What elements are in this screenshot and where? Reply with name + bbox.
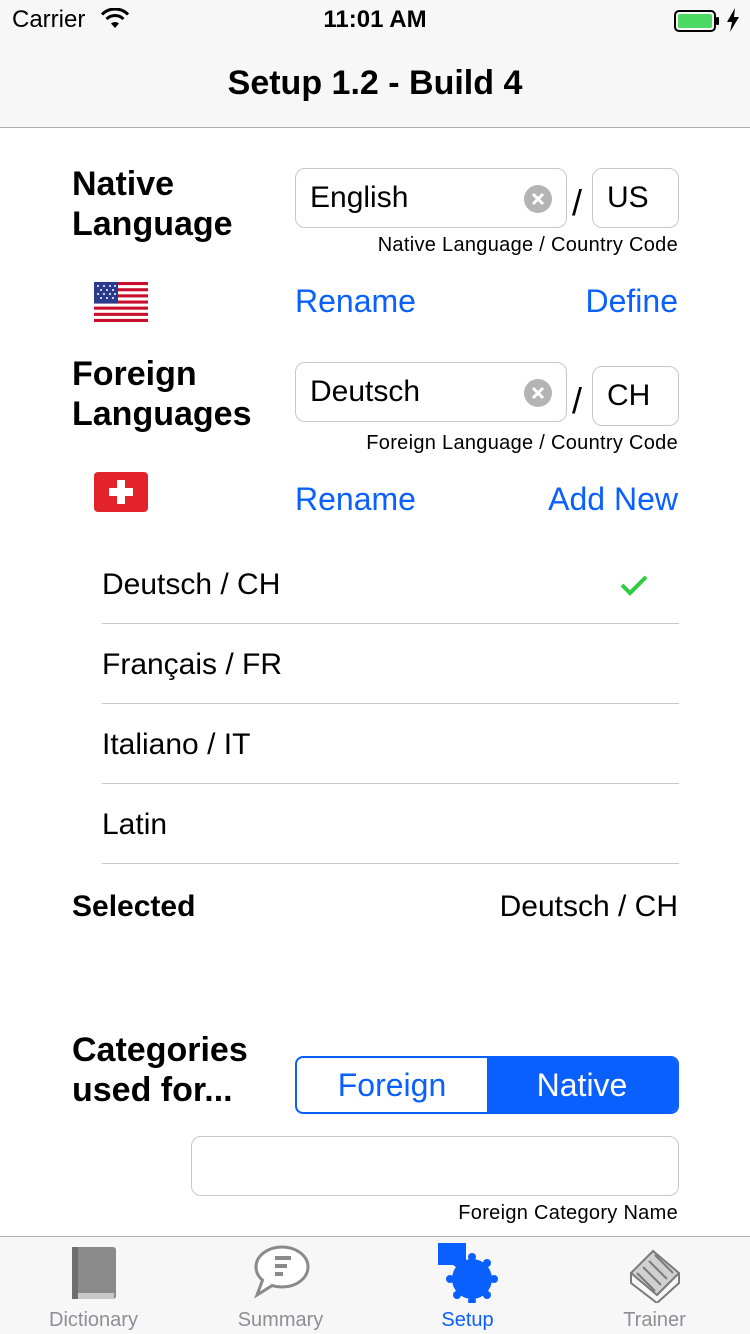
gear-icon	[437, 1243, 498, 1303]
tab-label: Setup	[441, 1309, 494, 1331]
swiss-flag-icon	[94, 472, 148, 512]
categories-segmented-control: Foreign Native	[295, 1056, 679, 1114]
categories-heading: Categories used for...	[72, 1030, 248, 1110]
heading-line: Language	[72, 205, 233, 243]
foreign-country-value: CH	[607, 379, 651, 412]
foreign-language-field[interactable]: Deutsch	[295, 362, 567, 422]
foreign-language-value: Deutsch	[310, 375, 421, 408]
speech-bubble-icon	[253, 1245, 309, 1299]
segment-native[interactable]: Native	[487, 1058, 677, 1112]
list-item-label: Deutsch / CH	[102, 568, 281, 601]
heading-line: Languages	[72, 395, 252, 433]
foreign-languages-heading: Foreign Languages	[72, 354, 251, 434]
list-item[interactable]: Deutsch / CH	[102, 544, 679, 624]
heading-line: Foreign	[72, 355, 197, 393]
list-item[interactable]: Français / FR	[102, 624, 679, 704]
category-name-field[interactable]	[191, 1136, 679, 1196]
category-field-caption: Foreign Category Name	[458, 1202, 678, 1224]
clear-icon[interactable]	[524, 379, 552, 407]
heading-line: Native	[72, 165, 175, 203]
list-item-label: Italiano / IT	[102, 728, 251, 761]
separator-slash: /	[572, 380, 583, 421]
segment-foreign[interactable]: Foreign	[297, 1058, 487, 1112]
list-item[interactable]: Italiano / IT	[102, 704, 679, 784]
foreign-country-field[interactable]: CH	[592, 366, 679, 426]
selected-value: Deutsch / CH	[499, 890, 678, 923]
tab-trainer[interactable]: Trainer	[561, 1237, 748, 1334]
status-bar: Carrier 11:01 AM	[0, 0, 750, 40]
battery-icon	[674, 10, 719, 32]
native-language-heading: Native Language	[72, 164, 233, 244]
tab-label: Dictionary	[49, 1309, 138, 1331]
book-icon	[71, 1247, 116, 1299]
checkmark-icon	[620, 575, 648, 596]
native-country-value: US	[607, 181, 649, 214]
tab-bar: Dictionary Summary Setup Trainer	[0, 1236, 750, 1334]
page-title: Setup 1.2 - Build 4	[227, 64, 523, 102]
list-item-label: Français / FR	[102, 648, 283, 681]
native-field-caption: Native Language / Country Code	[377, 234, 678, 256]
foreign-field-caption: Foreign Language / Country Code	[366, 432, 678, 454]
tab-dictionary[interactable]: Dictionary	[0, 1237, 187, 1334]
list-item[interactable]: Latin	[102, 784, 679, 864]
native-language-value: English	[310, 181, 409, 214]
clear-icon[interactable]	[524, 185, 552, 213]
tab-summary[interactable]: Summary	[187, 1237, 374, 1334]
add-new-button[interactable]: Add New	[548, 481, 678, 518]
foreign-rename-button[interactable]: Rename	[295, 481, 416, 518]
native-country-field[interactable]: US	[592, 168, 679, 228]
heading-line: Categories	[72, 1031, 248, 1069]
tab-setup[interactable]: Setup	[374, 1237, 561, 1334]
native-rename-button[interactable]: Rename	[295, 283, 416, 320]
list-item-label: Latin	[102, 808, 168, 841]
tab-label: Summary	[237, 1309, 324, 1331]
heading-line: used for...	[72, 1071, 233, 1109]
separator-slash: /	[572, 182, 583, 223]
status-time: 11:01 AM	[323, 6, 427, 33]
native-language-field[interactable]: English	[295, 168, 567, 228]
tab-label: Trainer	[623, 1309, 686, 1331]
navigation-bar: Setup 1.2 - Build 4	[0, 40, 750, 128]
define-button[interactable]: Define	[586, 283, 679, 320]
us-flag-icon	[94, 282, 148, 322]
selected-label: Selected	[72, 890, 196, 923]
trainer-icon	[629, 1249, 680, 1303]
charging-bolt-icon	[727, 8, 739, 32]
